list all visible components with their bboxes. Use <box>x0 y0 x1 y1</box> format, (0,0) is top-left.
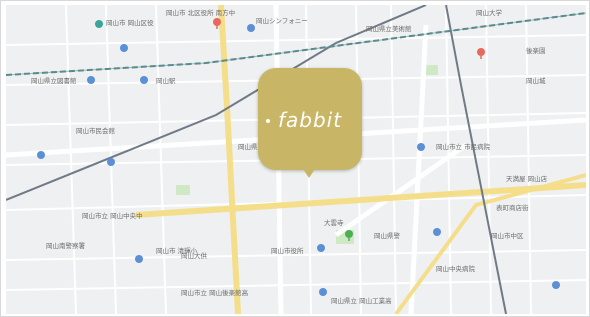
poi-pin-icon[interactable] <box>432 227 442 237</box>
map-label: 大雲寺 <box>324 219 344 227</box>
map-label: 岡山シンフォニー <box>256 17 308 25</box>
map-label: 岡山駅 <box>156 77 176 85</box>
map-label: 岡山市民会館 <box>76 127 115 135</box>
map-label: 岡山県立図書館 <box>31 77 77 85</box>
poi-pin-icon[interactable] <box>134 254 144 264</box>
map-label: 岡山市中区 <box>491 232 524 240</box>
map-view[interactable]: 岡山市 岡山区役 岡山市 北区役所 南方中 岡山県立図書館 岡山大学 岡山駅 岡… <box>6 5 586 314</box>
map-label: 表町商店街 <box>496 204 529 212</box>
poi-pin-icon[interactable] <box>86 75 96 85</box>
marker-pointer <box>301 166 317 178</box>
map-label: 岡山県警 <box>374 232 400 240</box>
hospital-pin-icon[interactable] <box>212 17 222 29</box>
map-label: 岡山中央病院 <box>436 265 475 273</box>
park-pin-icon[interactable] <box>344 229 354 241</box>
poi-pin-icon[interactable] <box>318 287 328 297</box>
poi-pin-icon[interactable] <box>94 19 104 31</box>
hospital-pin-icon[interactable] <box>476 47 486 59</box>
poi-pin-icon[interactable] <box>106 157 116 167</box>
poi-pin-icon[interactable] <box>416 142 426 152</box>
poi-pin-icon[interactable] <box>119 43 129 53</box>
map-label: 岡山市立 市民病院 <box>436 143 491 151</box>
map-label: 岡山県立美術館 <box>366 25 412 33</box>
map-label: 岡山市立 岡山後楽館高 <box>181 289 249 297</box>
map-label: 岡山市 清輝小 <box>156 247 198 255</box>
map-label: 岡山市 北区役所 南方中 <box>166 9 236 17</box>
map-label: 岡山市立 岡山中央中 <box>82 212 143 220</box>
map-label: 岡山城 <box>526 77 546 85</box>
poi-pin-icon[interactable] <box>139 75 149 85</box>
poi-pin-icon[interactable] <box>551 280 561 290</box>
map-label: 岡山市役所 <box>271 247 304 255</box>
map-label: 後楽園 <box>526 47 546 55</box>
map-label: 岡山大学 <box>476 9 502 17</box>
map-frame: 岡山市 岡山区役 岡山市 北区役所 南方中 岡山県立図書館 岡山大学 岡山駅 岡… <box>0 0 590 317</box>
map-label: 天満屋 岡山店 <box>506 175 548 183</box>
poi-pin-icon[interactable] <box>246 23 256 33</box>
map-label: 岡山南警察署 <box>46 242 85 250</box>
brand-logo: fabbit <box>277 108 343 132</box>
poi-pin-icon[interactable] <box>36 150 46 160</box>
map-label: 岡山県立 岡山工業高 <box>331 297 392 305</box>
poi-pin-icon[interactable] <box>316 243 326 253</box>
map-label: 岡山市 岡山区役 <box>106 19 154 27</box>
location-marker[interactable]: fabbit <box>258 68 362 178</box>
